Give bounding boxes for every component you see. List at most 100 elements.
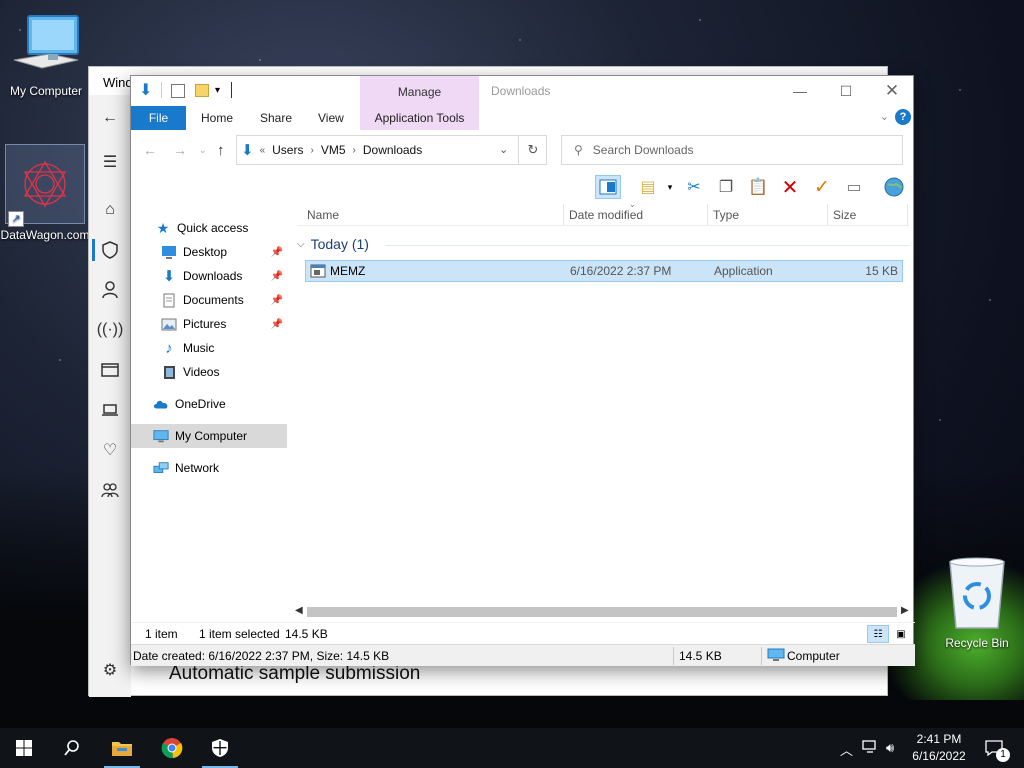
column-size[interactable]: Size (833, 208, 856, 222)
refresh-button[interactable]: ↻ (518, 135, 547, 165)
help-icon[interactable]: ? (895, 109, 911, 125)
breadcrumb-downloads[interactable]: Downloads (363, 143, 422, 157)
folder-options-dropdown-icon[interactable]: ▾ (657, 175, 683, 199)
preview-pane-button[interactable] (595, 175, 621, 199)
nav-network[interactable]: Network (131, 456, 287, 480)
group-header-today[interactable]: ⌵ Today (1) (297, 236, 909, 252)
paste-icon[interactable]: 📋 (745, 175, 771, 199)
desktop-icon-recycle-bin[interactable]: Recycle Bin (940, 556, 1014, 650)
rename-icon[interactable]: ▭ (841, 175, 867, 199)
pin-icon[interactable]: 📌 (271, 295, 283, 306)
nav-my-computer[interactable]: My Computer (131, 424, 287, 448)
pin-icon[interactable]: 📌 (271, 247, 283, 258)
back-arrow-icon[interactable]: ← (99, 107, 121, 129)
pin-icon[interactable]: 📌 (271, 271, 283, 282)
scroll-right-button[interactable]: ▶ (901, 605, 909, 616)
cut-icon[interactable]: ✂ (681, 175, 707, 199)
recent-locations-button[interactable]: ⌄ (199, 145, 207, 156)
selected-indicator (92, 239, 95, 261)
minimize-button[interactable]: — (777, 76, 823, 106)
tab-home[interactable]: Home (189, 106, 245, 130)
maximize-button[interactable]: ☐ (823, 76, 869, 106)
address-overflow[interactable]: « (260, 145, 266, 156)
shield-icon[interactable] (99, 239, 121, 261)
scroll-left-button[interactable]: ◀ (295, 605, 303, 616)
laptop-icon[interactable] (99, 399, 121, 421)
address-bar[interactable]: ⬇ « Users › VM5 › Downloads ⌄ (236, 135, 547, 165)
checkmark-icon[interactable]: ✓ (809, 175, 835, 199)
desktop-icon-datawagon[interactable]: ↗ DataWagon.com (1, 144, 89, 242)
address-dropdown-icon[interactable]: ⌄ (499, 143, 508, 156)
file-explorer-window[interactable]: ⬇ ▾ Manage Downloads — ☐ ✕ File Home Sha… (130, 75, 915, 666)
system-clock[interactable]: 2:41 PM 6/16/2022 (904, 731, 974, 765)
person-icon[interactable] (99, 279, 121, 301)
details-view-button[interactable]: ☷ (867, 625, 889, 643)
up-button[interactable]: ↑ (217, 142, 225, 159)
home-icon[interactable]: ⌂ (99, 199, 121, 221)
column-divider[interactable] (707, 204, 708, 226)
column-divider[interactable] (827, 204, 828, 226)
breadcrumb-separator[interactable]: › (310, 145, 313, 156)
scroll-thumb[interactable] (307, 607, 897, 617)
search-box[interactable]: ⚲ (561, 135, 903, 165)
expand-ribbon-icon[interactable]: ⌄ (880, 110, 889, 123)
settings-icon[interactable]: ⚙ (99, 659, 121, 681)
window-title: Wind (103, 75, 133, 90)
file-explorer-taskbar-button[interactable] (98, 728, 146, 768)
chrome-taskbar-button[interactable] (148, 728, 196, 768)
tab-file[interactable]: File (131, 106, 186, 130)
back-button[interactable]: ← (143, 142, 157, 158)
security-nav-rail: ← ☰ ⌂ ((·)) ♡ ⚙ (89, 95, 131, 697)
family-icon[interactable] (99, 479, 121, 501)
horizontal-scrollbar[interactable]: ◀ ▶ (293, 604, 913, 620)
column-divider[interactable] (563, 204, 564, 226)
menu-icon[interactable]: ☰ (99, 151, 121, 173)
windows-security-taskbar-button[interactable] (196, 728, 244, 768)
column-name[interactable]: Name (307, 208, 339, 222)
nav-item-label: Desktop (183, 245, 228, 259)
navigation-pane: ★ Quick access Desktop 📌 ⬇ Downloads 📌 D… (131, 206, 291, 611)
network-icon[interactable] (862, 740, 878, 757)
large-icons-view-button[interactable]: ▣ (890, 625, 912, 643)
file-row[interactable]: MEMZ 6/16/2022 2:37 PM Application 15 KB (305, 260, 903, 282)
column-date-modified[interactable]: Date modified (569, 208, 643, 222)
nav-music[interactable]: ♪ Music (131, 336, 287, 360)
file-size-status: 14.5 KB (679, 649, 722, 663)
search-input[interactable] (592, 143, 873, 157)
nav-pictures[interactable]: Pictures 📌 (131, 312, 287, 336)
wireless-icon[interactable]: ((·)) (97, 319, 124, 341)
videos-icon (161, 364, 177, 380)
column-type[interactable]: Type (713, 208, 739, 222)
delete-icon[interactable]: ✕ (777, 175, 803, 199)
globe-icon[interactable] (881, 175, 907, 199)
show-hidden-icons-button[interactable]: ︿ (840, 740, 853, 759)
nav-onedrive[interactable]: OneDrive (131, 392, 287, 416)
properties-icon[interactable] (171, 84, 185, 98)
forward-button[interactable]: → (173, 142, 187, 158)
column-divider[interactable] (907, 204, 908, 226)
breadcrumb-users[interactable]: Users (272, 143, 303, 157)
breadcrumb-separator[interactable]: › (353, 145, 356, 156)
close-button[interactable]: ✕ (869, 76, 915, 106)
volume-icon[interactable]: 🔊︎ (886, 740, 894, 756)
start-button[interactable] (0, 728, 48, 768)
action-center-button[interactable]: 1 (972, 728, 1016, 768)
pin-icon[interactable]: 📌 (271, 319, 283, 330)
copy-icon[interactable]: ❐ (713, 175, 739, 199)
tab-application-tools[interactable]: Application Tools (360, 106, 479, 130)
nav-quick-access[interactable]: ★ Quick access (131, 216, 287, 240)
collapse-chevron-icon[interactable]: ⌵ (297, 239, 305, 250)
nav-desktop[interactable]: Desktop 📌 (131, 240, 287, 264)
nav-downloads[interactable]: ⬇ Downloads 📌 (131, 264, 287, 288)
nav-videos[interactable]: Videos (131, 360, 287, 384)
heart-icon[interactable]: ♡ (99, 439, 121, 461)
qat-dropdown-icon[interactable]: ▾ (215, 85, 220, 96)
tab-view[interactable]: View (306, 106, 356, 130)
tab-share[interactable]: Share (248, 106, 304, 130)
search-button[interactable] (48, 728, 96, 768)
app-browser-icon[interactable] (99, 359, 121, 381)
new-folder-icon[interactable] (195, 84, 209, 97)
desktop-icon-my-computer[interactable]: My Computer (6, 14, 86, 98)
nav-documents[interactable]: Documents 📌 (131, 288, 287, 312)
breadcrumb-vm5[interactable]: VM5 (321, 143, 346, 157)
